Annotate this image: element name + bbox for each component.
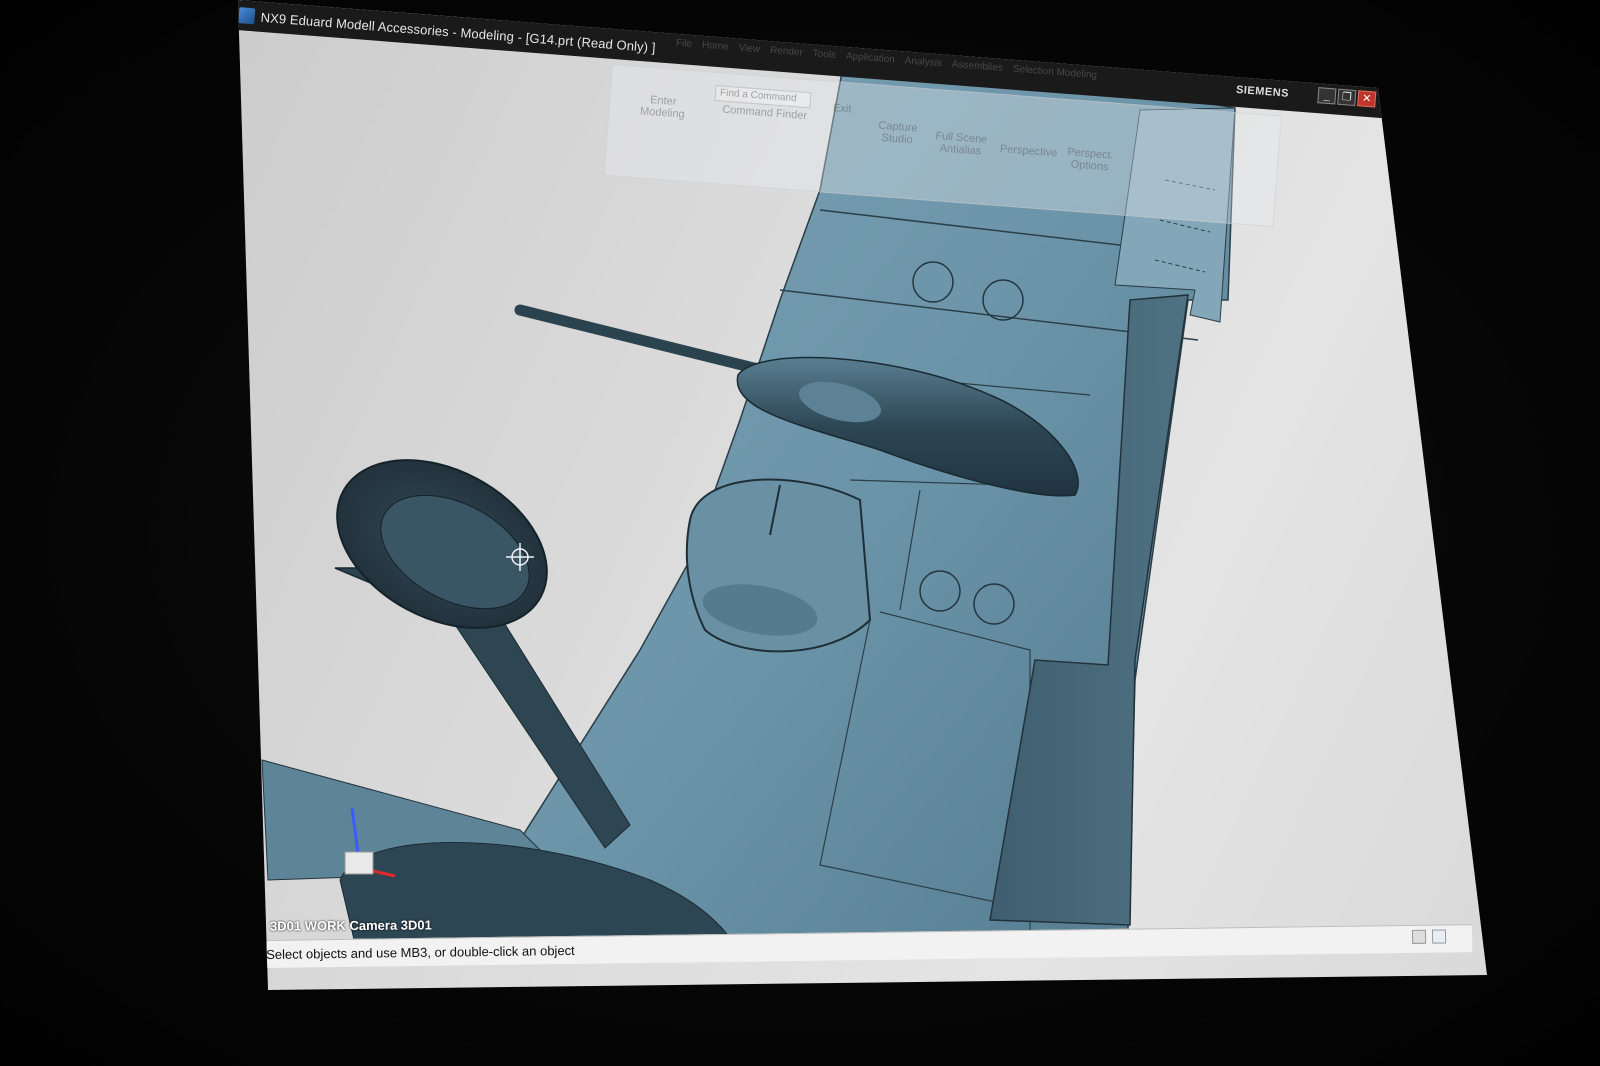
menu-item-application[interactable]: Application — [845, 51, 896, 69]
restore-button[interactable]: ❐ — [1337, 88, 1357, 107]
perspective-options-button[interactable]: Perspect. Options — [1058, 146, 1122, 175]
enter-modeling-button[interactable]: Enter Modeling — [631, 93, 695, 122]
close-button[interactable]: ✕ — [1357, 90, 1377, 108]
nx-application-window: 3D01 WORK Camera 3D01 Find a Command Ent… — [238, 0, 1487, 990]
menu-item-file[interactable]: File — [675, 38, 693, 53]
capture-studio-button[interactable]: Capture Studio — [866, 119, 930, 148]
status-grid-icon[interactable] — [1411, 929, 1427, 944]
selection-cursor-icon — [506, 543, 534, 571]
perspective-button[interactable]: Perspective — [997, 143, 1060, 160]
menu-item-tools[interactable]: Tools — [812, 48, 836, 64]
wheel-well — [685, 478, 872, 653]
menu-item-selection-modeling[interactable]: Selection Modeling — [1012, 64, 1097, 84]
menu-item-assemblies[interactable]: Assemblies — [951, 59, 1003, 77]
full-scene-antialias-button[interactable]: Full Scene Antialias — [925, 129, 997, 158]
menu-item-analysis[interactable]: Analysis — [904, 55, 942, 72]
view-name-label: 3D01 WORK Camera 3D01 — [269, 917, 432, 934]
monitor: 3D01 WORK Camera 3D01 Find a Command Ent… — [0, 0, 1600, 1066]
menu-item-home[interactable]: Home — [701, 40, 729, 56]
exit-button[interactable]: Exit — [822, 101, 863, 116]
nx-app-icon — [238, 7, 256, 25]
menu-item-render[interactable]: Render — [769, 45, 804, 61]
menu-item-view[interactable]: View — [738, 43, 760, 59]
minimize-button[interactable]: _ — [1317, 87, 1337, 105]
siemens-logo: SIEMENS — [1235, 83, 1290, 100]
status-window-icon[interactable] — [1431, 929, 1447, 944]
landing-gear-wheel[interactable] — [308, 426, 575, 662]
status-message: Select objects and use MB3, or double-cl… — [266, 942, 575, 962]
